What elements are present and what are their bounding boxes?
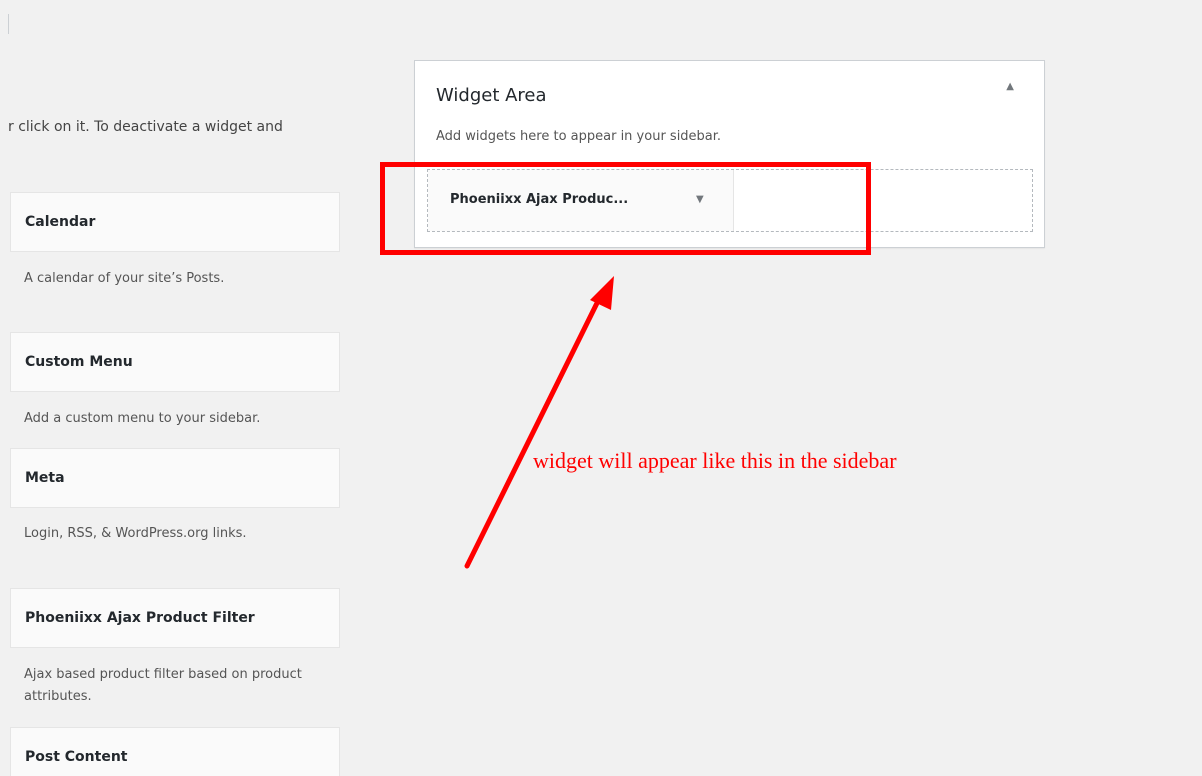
annotation-text: widget will appear like this in the side… xyxy=(533,448,897,473)
widgets-screen: r click on it. To deactivate a widget an… xyxy=(0,0,1202,776)
annotation-arrow-icon xyxy=(464,276,614,569)
